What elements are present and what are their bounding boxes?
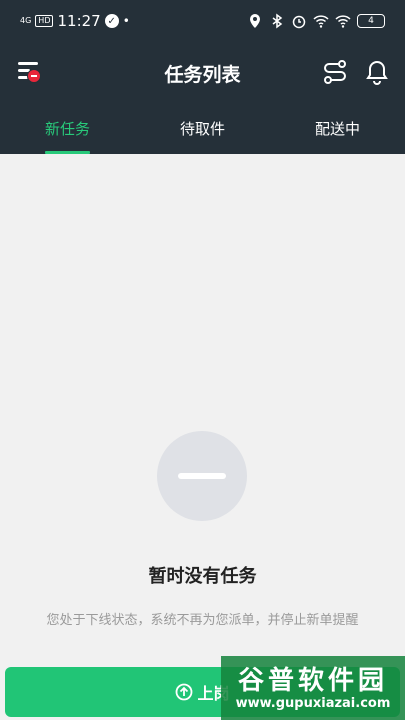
status-left: 4G HD 11:27 ✓ • xyxy=(20,12,130,30)
tab-pending-pickup[interactable]: 待取件 xyxy=(135,112,270,154)
bluetooth-icon xyxy=(272,13,283,29)
signal-indicator: 4G xyxy=(20,16,32,25)
check-icon: ✓ xyxy=(104,14,119,28)
app-header: 任务列表 新任务 待取件 配送中 xyxy=(0,42,405,154)
watermark-sub: www.gupuxiazai.com xyxy=(235,696,391,711)
tab-new-tasks[interactable]: 新任务 xyxy=(0,112,135,154)
tab-delivering[interactable]: 配送中 xyxy=(270,112,405,154)
location-icon xyxy=(250,14,260,28)
status-right: 4 xyxy=(247,13,385,29)
route-icon[interactable] xyxy=(322,59,348,85)
battery-icon: 4 xyxy=(357,14,385,28)
status-time: 11:27 xyxy=(57,12,101,30)
hd-badge: HD xyxy=(35,15,54,27)
tab-bar: 新任务 待取件 配送中 xyxy=(0,112,405,154)
alarm-icon xyxy=(292,15,306,29)
watermark: 谷普软件园 www.gupuxiazai.com xyxy=(221,656,405,720)
upload-icon xyxy=(176,683,193,701)
watermark-main: 谷普软件园 xyxy=(237,666,388,696)
empty-state-title: 暂时没有任务 xyxy=(148,566,257,587)
empty-state-description: 您处于下线状态，系统不再为您派单，并停止新单提醒 xyxy=(46,613,359,628)
status-bar: 4G HD 11:27 ✓ • 4 xyxy=(0,0,405,42)
empty-state-icon xyxy=(157,431,247,521)
dot-icon: • xyxy=(122,14,130,28)
wifi-icon xyxy=(313,15,329,28)
bell-icon[interactable] xyxy=(364,59,390,85)
wifi-icon-2 xyxy=(335,15,351,28)
